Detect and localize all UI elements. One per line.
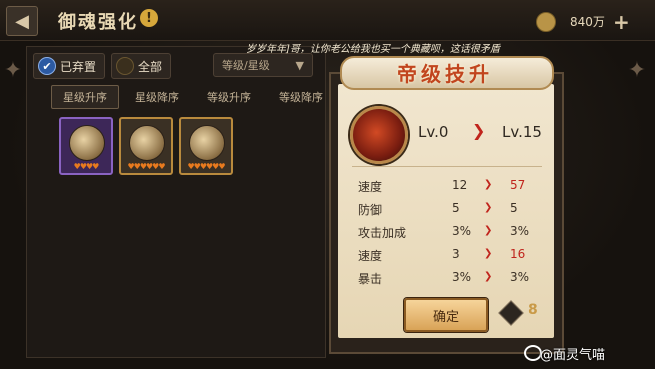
tab-star-asc[interactable]: 星级升序 (51, 85, 119, 109)
stat-name: 攻击加成 (358, 226, 407, 240)
stat-to: 57 (510, 178, 526, 192)
chevron-down-icon: ▼ (295, 58, 304, 72)
discarded-filter-toggle[interactable]: ✔ 已弃置 (33, 53, 106, 79)
tab-level-asc[interactable]: 等级升序 (195, 85, 263, 109)
level-from: Lv.0 (418, 123, 449, 141)
side-ornament-icon: ✦ (3, 57, 23, 83)
all-filter-toggle[interactable]: 全部 (111, 53, 172, 79)
soul-card[interactable]: ♥♥♥♥♥♥ (179, 117, 233, 175)
stat-from: 3% (452, 224, 472, 238)
divider (352, 166, 542, 167)
soul-card-grid: ♥♥♥♥ ♥♥♥♥♥♥ ♥♥♥♥♥♥ (59, 117, 233, 175)
add-coin-button[interactable]: + (613, 10, 630, 34)
coin-icon (536, 12, 556, 32)
soul-portrait-icon (189, 125, 225, 161)
filter-row: ✔ 已弃置 全部 (33, 53, 172, 79)
stat-row: 暴击 3% ❯ 3% (358, 270, 538, 288)
stat-name: 防御 (358, 203, 383, 217)
soul-card[interactable]: ♥♥♥♥ (59, 117, 113, 175)
sort-dropdown-value: 等级/星级 (222, 59, 270, 72)
arrow-right-icon: ❯ (484, 271, 493, 282)
stat-to: 3% (510, 224, 530, 238)
page-title: 御魂强化 (58, 12, 138, 33)
speech-bubble-text: 岁岁年年]哥，让你老公给我也买一个典藏呗，这话很矛盾 (246, 44, 500, 55)
level-to: Lv.15 (502, 123, 542, 141)
stat-from: 3 (452, 247, 460, 261)
stat-from: 3% (452, 270, 472, 284)
stat-row: 速度 3 ❯ 16 (358, 247, 538, 265)
watermark: @面灵气喵 (540, 348, 606, 363)
stat-from: 5 (452, 201, 460, 215)
stat-to: 5 (510, 201, 518, 215)
tab-level-desc[interactable]: 等级降序 (267, 85, 335, 109)
sort-dropdown[interactable]: 等级/星级 ▼ (213, 53, 313, 77)
soul-list-panel: ✔ 已弃置 全部 等级/星级 ▼ 星级升序 星级降序 等级升序 等级降序 ♥♥♥… (26, 46, 326, 358)
stat-name: 速度 (358, 249, 383, 263)
arrow-right-icon: ❯ (484, 225, 493, 236)
resource-count: 8 (528, 302, 538, 318)
stat-row: 攻击加成 3% ❯ 3% (358, 224, 538, 242)
soul-portrait-icon (129, 125, 165, 161)
all-label: 全部 (138, 59, 163, 74)
arrow-right-icon: ❯ (484, 202, 493, 213)
soul-card[interactable]: ♥♥♥♥♥♥ (119, 117, 173, 175)
sort-tabs: 星级升序 星级降序 等级升序 等级降序 (51, 85, 335, 109)
arrow-right-icon: ❯ (472, 121, 486, 140)
unchecked-circle-icon (116, 57, 135, 75)
checkmark-icon: ✔ (38, 57, 56, 75)
dialog-title: 帝级技升 (397, 62, 493, 86)
stat-to: 16 (510, 247, 526, 261)
back-arrow-icon: ◀ (15, 10, 29, 32)
confirm-button[interactable]: 确定 (404, 298, 488, 332)
arrow-right-icon: ❯ (484, 248, 493, 259)
stat-name: 速度 (358, 180, 383, 194)
tab-star-desc[interactable]: 星级降序 (123, 85, 191, 109)
stat-name: 暴击 (358, 272, 383, 286)
stat-to: 3% (510, 270, 530, 284)
stat-row: 防御 5 ❯ 5 (358, 201, 538, 219)
arrow-right-icon: ❯ (484, 179, 493, 190)
info-badge-icon[interactable]: ! (140, 9, 158, 27)
side-ornament-icon: ✦ (627, 57, 647, 83)
stat-row: 速度 12 ❯ 57 (358, 178, 538, 196)
coin-value: 840万 (570, 15, 605, 29)
stat-from: 12 (452, 178, 468, 192)
top-bar: ◀ 御魂强化 ! 840万 + (0, 0, 655, 41)
back-button[interactable]: ◀ (6, 6, 38, 36)
soul-icon (350, 106, 408, 164)
soul-portrait-icon (69, 125, 105, 161)
discarded-label: 已弃置 (60, 59, 97, 74)
star-rating: ♥♥♥♥♥♥ (127, 162, 165, 171)
star-rating: ♥♥♥♥♥♥ (187, 162, 225, 171)
star-rating: ♥♥♥♥ (73, 162, 100, 171)
